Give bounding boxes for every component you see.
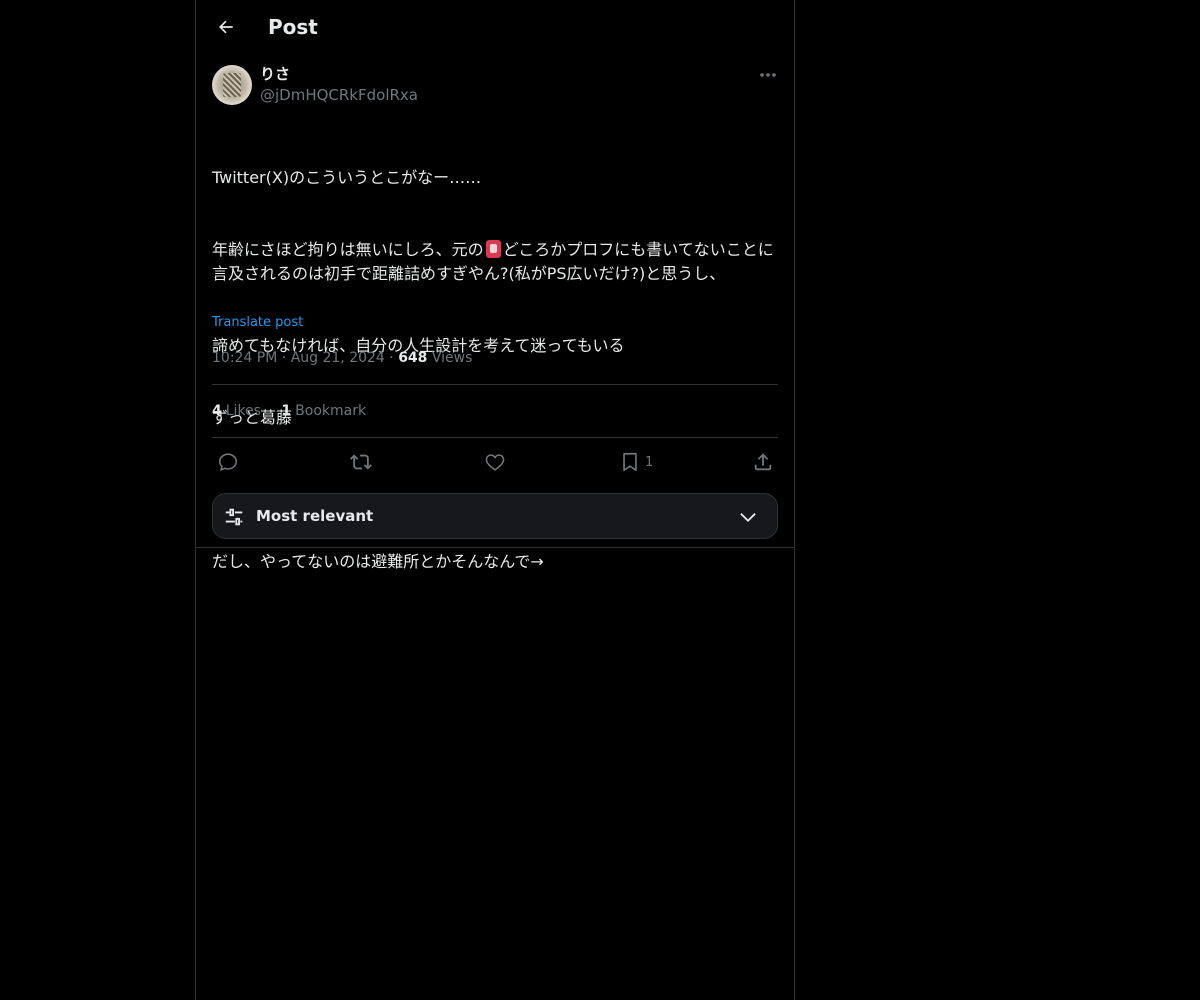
more-horizontal-icon <box>760 73 776 77</box>
action-bar: 1 <box>196 448 794 476</box>
post-column: Post りさ @jDmHQCRkFdolRxa Twitter(X)のこういう… <box>195 0 795 1000</box>
post-line: だし、やってないのは避難所とかそんなんで→ <box>212 552 544 571</box>
bookmarks-count: 1 <box>281 403 292 419</box>
chevron-down-icon <box>740 513 756 523</box>
divider <box>212 384 778 385</box>
reply-sort-dropdown[interactable]: Most relevant <box>212 493 778 539</box>
views-label: Views <box>431 350 473 366</box>
post-line-part: 年齢にさほど拘りは無いにしろ、元の <box>212 240 484 259</box>
avatar-image <box>223 73 241 97</box>
views-count: 648 <box>398 350 428 366</box>
sliders-icon <box>225 508 243 526</box>
bookmark-count: 1 <box>645 454 654 470</box>
share-button[interactable] <box>752 448 774 476</box>
arrow-left-icon <box>218 20 233 34</box>
share-icon <box>754 453 772 471</box>
author-handle[interactable]: @jDmHQCRkFdolRxa <box>260 85 418 105</box>
meta-separator: · <box>281 350 287 366</box>
emoji-icon <box>485 240 501 258</box>
meta-separator: · <box>389 350 394 366</box>
author-display-name[interactable]: りさ <box>260 64 290 84</box>
sort-label: Most relevant <box>256 507 374 525</box>
bookmarks-stat[interactable]: 1 Bookmark <box>281 400 366 422</box>
repost-icon <box>350 454 372 470</box>
avatar[interactable] <box>212 65 252 105</box>
bookmark-icon <box>623 452 637 472</box>
top-bar: Post <box>196 0 794 54</box>
heart-icon <box>485 454 505 471</box>
page-title: Post <box>268 15 318 39</box>
post-meta: 10:24 PM · Aug 21, 2024 · 648 Views <box>212 347 472 369</box>
likes-count: 4 <box>212 403 222 419</box>
reply-icon <box>218 453 238 472</box>
likes-label: Likes <box>225 403 261 419</box>
back-button[interactable] <box>208 9 244 45</box>
bookmarks-label: Bookmark <box>295 403 367 419</box>
post-line-with-emoji: 年齢にさほど拘りは無いにしろ、元の どころかプロフにも書いてないことに言及されるの… <box>212 238 778 286</box>
bookmark-button[interactable]: 1 <box>619 448 653 476</box>
likes-stat[interactable]: 4 Likes <box>212 400 261 422</box>
like-button[interactable] <box>484 448 506 476</box>
repost-button[interactable] <box>350 448 372 476</box>
divider <box>212 437 778 438</box>
reply-button[interactable] <box>217 448 239 476</box>
post-date[interactable]: Aug 21, 2024 <box>291 350 385 366</box>
translate-post-link[interactable]: Translate post <box>212 313 303 333</box>
divider <box>196 547 794 548</box>
more-options-button[interactable] <box>756 64 780 86</box>
post-time[interactable]: 10:24 PM <box>212 350 277 366</box>
engagement-stats: 4 Likes 1 Bookmark <box>212 400 382 422</box>
post-line: Twitter(X)のこういうとこがなー…… <box>212 168 482 187</box>
